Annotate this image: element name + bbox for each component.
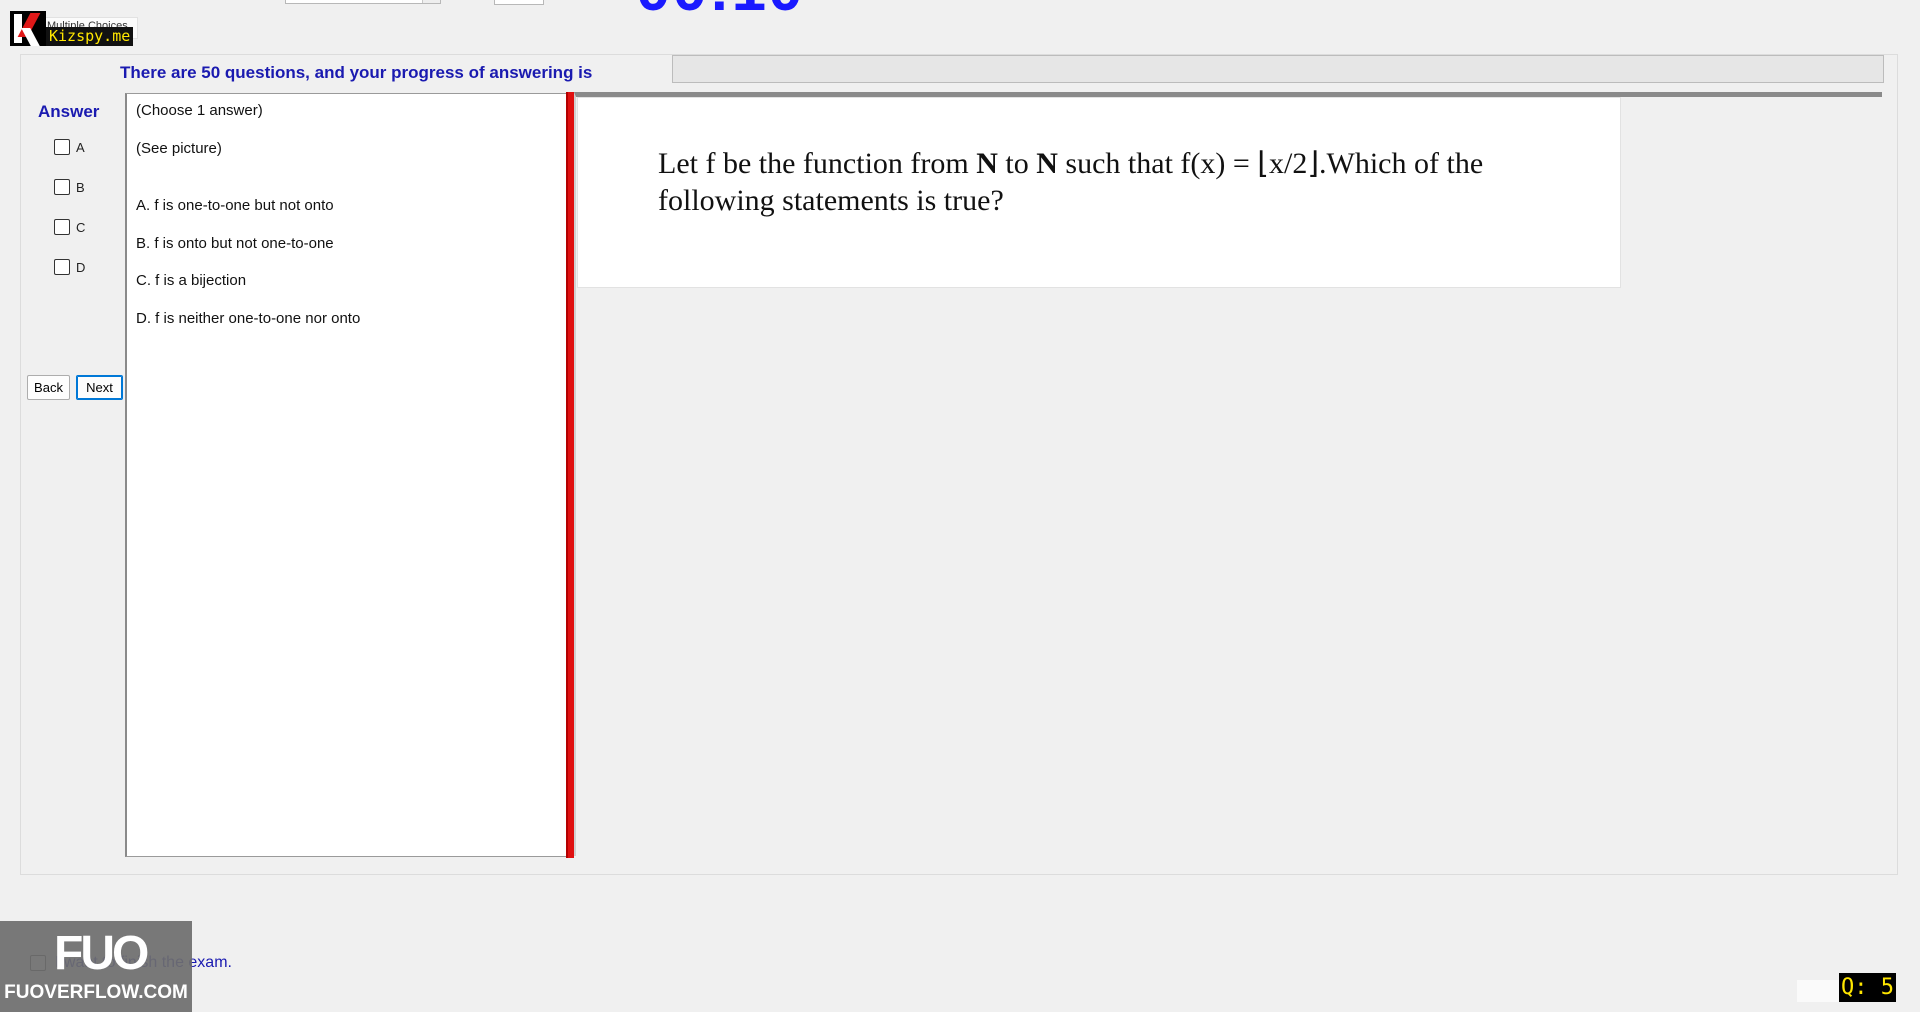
see-picture-note: (See picture) xyxy=(136,140,222,157)
answer-b-label: B xyxy=(76,179,85,195)
answer-option-a[interactable]: A xyxy=(54,139,85,155)
question-number-badge: Q: 5 xyxy=(1839,973,1896,1002)
answer-option-b[interactable]: B xyxy=(54,179,85,195)
question-image: Let f be the function from N to N such t… xyxy=(577,97,1621,288)
next-button[interactable]: Next xyxy=(76,375,123,400)
fuo-logo-icon: FUO xyxy=(54,927,149,980)
progress-label: There are 50 questions, and your progres… xyxy=(120,63,593,82)
answer-option-d[interactable]: D xyxy=(54,259,85,275)
choice-c-text: C. f is a bijection xyxy=(136,272,247,289)
choice-b-text: B. f is onto but not one-to-one xyxy=(136,235,334,252)
question-text-part: to xyxy=(997,147,1037,180)
answer-option-c[interactable]: C xyxy=(54,219,85,235)
choice-a-text: A. f is one-to-one but not onto xyxy=(136,197,334,214)
k-logo-icon xyxy=(10,11,46,46)
choices-panel: (Choose 1 answer) (See picture) A. f is … xyxy=(125,93,567,857)
watermark-text: Kizspy.me xyxy=(46,27,134,46)
answer-a-label: A xyxy=(76,139,85,155)
answer-b-checkbox[interactable] xyxy=(54,179,70,195)
chevron-down-icon[interactable] xyxy=(422,0,440,3)
top-combo-box[interactable] xyxy=(285,0,441,4)
panel-splitter[interactable] xyxy=(566,92,574,858)
kizspy-watermark: Kizspy.me xyxy=(10,11,134,46)
answer-d-label: D xyxy=(76,259,86,275)
question-set-n: N xyxy=(1036,147,1058,180)
answer-title: Answer xyxy=(38,102,100,121)
answer-c-checkbox[interactable] xyxy=(54,219,70,235)
question-set-n: N xyxy=(976,147,998,180)
fuo-site-text: FUOVERFLOW.COM xyxy=(4,982,188,1003)
question-text: Let f be the function from N to N such t… xyxy=(658,145,1578,219)
choose-instruction: (Choose 1 answer) xyxy=(136,102,263,119)
timer-display: 00:10 xyxy=(636,0,805,21)
answer-a-checkbox[interactable] xyxy=(54,139,70,155)
question-text-part: Let f be the function from xyxy=(658,147,977,180)
status-box xyxy=(1797,980,1839,1002)
answer-c-label: C xyxy=(76,219,86,235)
progress-bar xyxy=(672,55,1884,83)
fuoverflow-watermark: FUO FUOVERFLOW.COM xyxy=(0,921,192,1012)
choice-d-text: D. f is neither one-to-one nor onto xyxy=(136,310,361,327)
top-small-combo-box[interactable] xyxy=(494,0,544,5)
answer-d-checkbox[interactable] xyxy=(54,259,70,275)
back-button[interactable]: Back xyxy=(27,375,70,400)
